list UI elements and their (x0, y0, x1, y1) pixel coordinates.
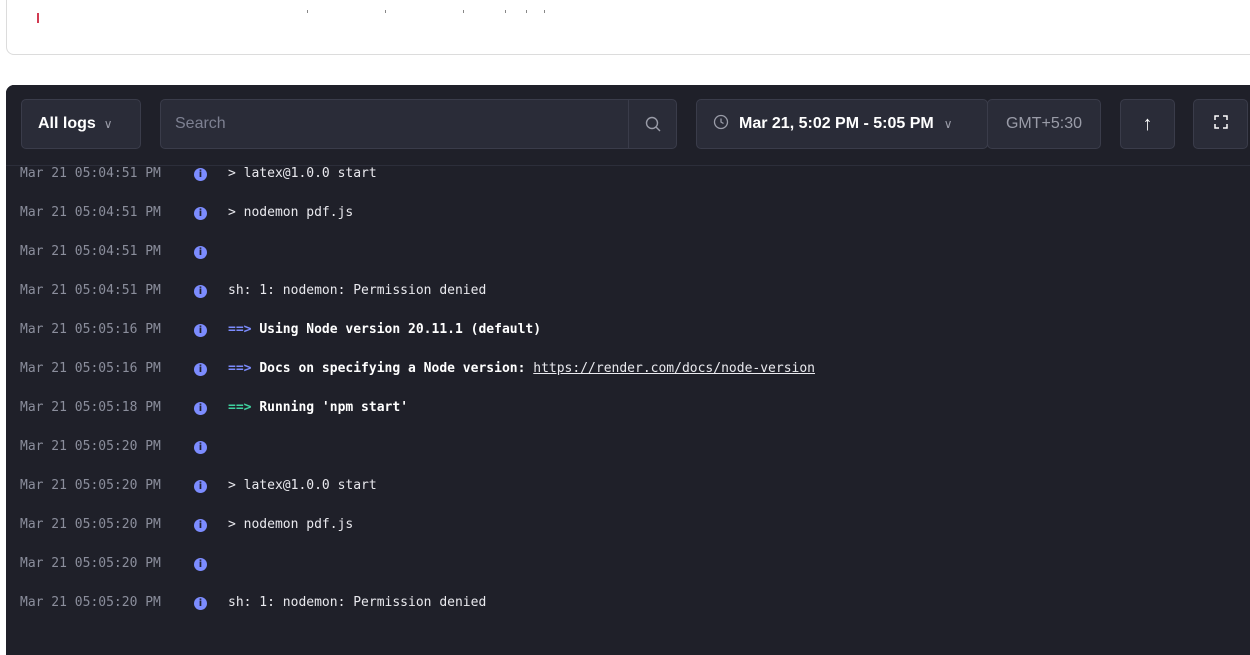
log-message: > latex@1.0.0 start (228, 164, 377, 184)
log-timestamp: Mar 21 05:05:16 PM (20, 322, 161, 337)
chevron-down-icon: ∨ (103, 117, 113, 131)
log-text: Running 'npm start' (259, 400, 409, 415)
log-message: sh: 1: nodemon: Permission denied (228, 281, 486, 301)
log-message: > nodemon pdf.js (228, 203, 353, 223)
log-message: sh: 1: nodemon: Permission denied (228, 593, 486, 613)
log-timestamp: Mar 21 05:04:51 PM (20, 205, 161, 220)
fullscreen-button[interactable] (1193, 99, 1248, 149)
log-timestamp: Mar 21 05:05:20 PM (20, 439, 161, 454)
log-text: > latex@1.0.0 start (228, 166, 377, 181)
chevron-down-icon: ∨ (943, 117, 953, 131)
log-row: Mar 21 05:04:51 PM i > latex@1.0.0 start (6, 164, 1250, 184)
log-timestamp: Mar 21 05:05:20 PM (20, 478, 161, 493)
search-placeholder: Search (175, 115, 226, 132)
log-text: sh: 1: nodemon: Permission denied (228, 595, 487, 610)
log-message: ==> Running 'npm start' (228, 398, 408, 418)
log-prefix: ==> (228, 400, 252, 415)
log-timestamp: Mar 21 05:05:20 PM (20, 517, 161, 532)
log-message: ==> Using Node version 20.11.1 (default) (228, 320, 541, 340)
clock-icon (713, 114, 729, 135)
log-message: > nodemon pdf.js (228, 515, 353, 535)
log-row: Mar 21 05:05:16 PM i ==> Docs on specifyin… (6, 359, 1250, 379)
info-icon: i (194, 285, 207, 298)
log-timestamp: Mar 21 05:04:51 PM (20, 166, 161, 181)
log-row: Mar 21 05:05:18 PM i ==> Running 'npm star… (6, 398, 1250, 418)
expand-icon (1213, 114, 1228, 134)
log-message: ==> Docs on specifying a Node version: h… (228, 359, 815, 379)
previous-card (6, 0, 1250, 55)
info-icon: i (194, 207, 207, 220)
log-list: Mar 21 05:04:51 PM i > latex@1.0.0 start Ma… (6, 166, 1250, 655)
info-icon: i (194, 246, 207, 259)
info-icon: i (194, 363, 207, 376)
search-divider (628, 100, 629, 148)
log-timestamp: Mar 21 05:05:20 PM (20, 595, 161, 610)
log-row: Mar 21 05:05:16 PM i ==> Using Node versio… (6, 320, 1250, 340)
log-text: > nodemon pdf.js (228, 205, 354, 220)
log-row: Mar 21 05:05:20 PM i (6, 554, 1250, 574)
log-panel: All logs ∨ Search Mar 21, 5:02 PM - 5:05… (6, 85, 1250, 655)
log-timestamp: Mar 21 05:04:51 PM (20, 244, 161, 259)
log-toolbar: All logs ∨ Search Mar 21, 5:02 PM - 5:05… (6, 85, 1250, 166)
info-icon: i (194, 324, 207, 337)
scroll-to-top-button[interactable]: ↑ (1120, 99, 1175, 149)
log-text: > latex@1.0.0 start (228, 478, 377, 493)
log-text: Using Node version 20.11.1 (default) (259, 322, 542, 337)
log-row: Mar 21 05:04:51 PM i sh: 1: nodemon: Permi… (6, 281, 1250, 301)
log-filter-label: All logs (38, 115, 96, 132)
log-text: Docs on specifying a Node version: (259, 361, 526, 376)
arrow-up-icon: ↑ (1142, 112, 1153, 135)
log-message: > latex@1.0.0 start (228, 476, 377, 496)
log-row: Mar 21 05:05:20 PM i > latex@1.0.0 start (6, 476, 1250, 496)
log-text: sh: 1: nodemon: Permission denied (228, 283, 487, 298)
log-prefix: ==> (228, 322, 252, 337)
info-icon: i (194, 558, 207, 571)
info-icon: i (194, 402, 207, 415)
log-row: Mar 21 05:04:51 PM i (6, 242, 1250, 262)
info-icon: i (194, 519, 207, 532)
log-timestamp: Mar 21 05:05:20 PM (20, 556, 161, 571)
log-prefix: ==> (228, 361, 252, 376)
search-icon[interactable] (644, 115, 662, 138)
log-text: > nodemon pdf.js (228, 517, 354, 532)
log-timestamp: Mar 21 05:05:18 PM (20, 400, 161, 415)
log-timestamp: Mar 21 05:04:51 PM (20, 283, 161, 298)
log-timestamp: Mar 21 05:05:16 PM (20, 361, 161, 376)
log-row: Mar 21 05:05:20 PM i sh: 1: nodemon: Permi… (6, 593, 1250, 613)
docs-link[interactable]: https://render.com/docs/node-version (533, 361, 815, 376)
timezone-selector[interactable]: GMT+5:30 (987, 99, 1101, 149)
log-row: Mar 21 05:05:20 PM i > nodemon pdf.js (6, 515, 1250, 535)
date-range-label: Mar 21, 5:02 PM - 5:05 PM (739, 115, 934, 132)
info-icon: i (194, 441, 207, 454)
timezone-label: GMT+5:30 (1005, 115, 1083, 132)
log-row: Mar 21 05:04:51 PM i > nodemon pdf.js (6, 203, 1250, 223)
log-row: Mar 21 05:05:20 PM i (6, 437, 1250, 457)
search-input[interactable]: Search (160, 99, 677, 149)
error-marker (37, 13, 39, 23)
log-filter-dropdown[interactable]: All logs ∨ (21, 99, 141, 149)
timeline-ticks (7, 10, 1250, 14)
info-icon: i (194, 480, 207, 493)
date-range-picker[interactable]: Mar 21, 5:02 PM - 5:05 PM ∨ (696, 99, 988, 149)
info-icon: i (194, 597, 207, 610)
info-icon: i (194, 168, 207, 181)
